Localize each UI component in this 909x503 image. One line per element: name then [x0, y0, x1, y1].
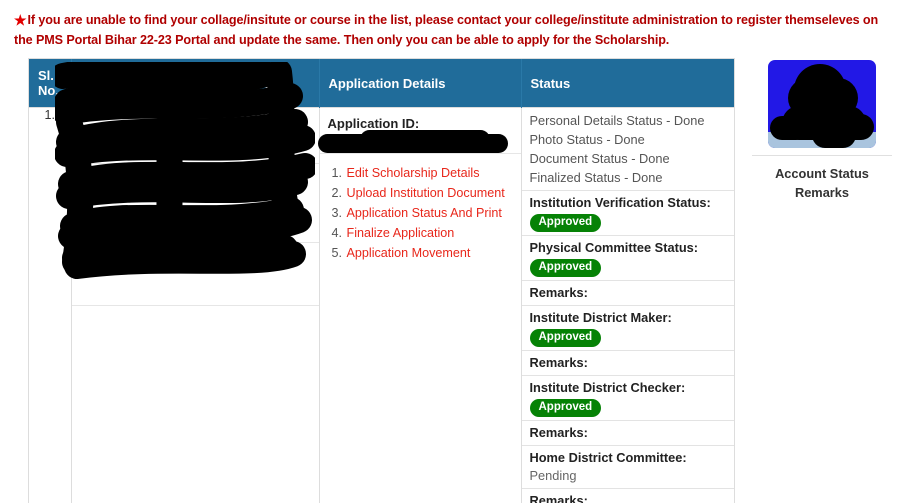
status-remarks-label: Remarks: [529, 493, 588, 503]
table-header: Sl. No. College & Course Informations Ap… [29, 59, 734, 108]
status-remarks-label: Remarks: [529, 355, 588, 370]
application-details-content: Application ID: Edit Scholarship Details… [317, 108, 521, 263]
table-row: 1. Application ID: 1. Edit Scholarship D… [29, 107, 734, 503]
college-course-content [71, 108, 319, 503]
application-action-links: Edit Scholarship Details Upload Institut… [320, 163, 521, 263]
cell-college-course [71, 107, 320, 503]
status-row: Remarks: [521, 280, 734, 306]
status-personal-details: Personal Details Status - Done [529, 113, 705, 128]
status-finalized: Finalized Status - Done [529, 170, 663, 185]
page-root: ★If you are unable to find your collage/… [0, 0, 909, 503]
column-header-application-details: Application Details [319, 59, 522, 108]
star-icon: ★ [14, 12, 27, 28]
instruction-notice: ★If you are unable to find your collage/… [14, 10, 894, 50]
status-remarks-cell: Remarks: [521, 350, 734, 376]
status-row-progress: Personal Details Status - Done Photo Sta… [521, 108, 734, 191]
status-institute-district-checker-label: Institute District Checker: [529, 380, 686, 395]
list-item: Edit Scholarship Details [346, 163, 521, 183]
status-document: Document Status - Done [529, 151, 670, 166]
status-physical-committee-cell: Physical Committee Status: Approved [521, 235, 734, 281]
status-badge: Approved [529, 329, 602, 347]
link-edit-scholarship-details[interactable]: Edit Scholarship Details [347, 166, 480, 180]
account-panel: Account Status Remarks [748, 58, 896, 202]
status-row: Remarks: [521, 350, 734, 376]
cell-application-details: Application ID: Edit Scholarship Details… [317, 107, 522, 503]
status-row: Remarks: [521, 420, 734, 446]
status-home-district-committee-cell: Home District Committee: Pending [521, 445, 734, 489]
applications-table: Sl. No. College & Course Informations Ap… [29, 59, 734, 503]
account-status-remarks-label: Remarks [794, 185, 850, 200]
instruction-notice-text: If you are unable to find your collage/i… [14, 13, 879, 47]
redaction-mark [359, 130, 490, 149]
status-row: Institute District Maker: Approved [521, 305, 734, 351]
status-institute-district-maker-cell: Institute District Maker: Approved [521, 305, 734, 351]
college-course-subrow [71, 108, 319, 164]
applications-table-wrapper: Sl. No. College & Course Informations Ap… [28, 58, 735, 503]
status-row: Home District Committee: Pending [521, 445, 734, 489]
status-home-district-committee-value: Pending [529, 468, 577, 483]
link-upload-institution-document[interactable]: Upload Institution Document [347, 186, 505, 200]
account-status-label: Account Status [775, 166, 869, 181]
status-row: Institution Verification Status: Approve… [521, 190, 734, 236]
cell-sl-no: 1. [29, 107, 72, 503]
status-home-district-committee-label: Home District Committee: [529, 450, 687, 465]
status-remarks-cell: Remarks: [521, 420, 734, 446]
column-header-sl-no: Sl. No. [29, 59, 72, 108]
application-id-box: Application ID: [317, 108, 521, 154]
list-item: Finalize Application [346, 223, 521, 243]
status-institution-verification-cell: Institution Verification Status: Approve… [521, 190, 734, 236]
list-item: Application Status And Print [346, 203, 521, 223]
redaction-mark [770, 116, 808, 140]
status-photo: Photo Status - Done [529, 132, 645, 147]
status-institution-verification-label: Institution Verification Status: [529, 195, 711, 210]
table-body: 1. Application ID: 1. Edit Scholarship D… [29, 107, 734, 503]
status-institute-district-maker-label: Institute District Maker: [529, 310, 672, 325]
college-course-subrow [71, 243, 319, 306]
status-progress-cell: Personal Details Status - Done Photo Sta… [521, 108, 734, 191]
college-course-subrow [71, 164, 319, 243]
applicant-photo-frame [760, 58, 884, 150]
link-application-status-and-print[interactable]: Application Status And Print [347, 206, 502, 220]
link-application-movement[interactable]: Application Movement [347, 246, 471, 260]
column-header-status: Status [521, 59, 734, 108]
status-remarks-label: Remarks: [529, 285, 588, 300]
status-remarks-cell: Remarks: [521, 280, 734, 306]
link-finalize-application[interactable]: Finalize Application [347, 226, 455, 240]
column-header-college-course: College & Course Informations [71, 59, 320, 108]
list-item: Upload Institution Document [346, 183, 521, 203]
list-item: Application Movement [346, 243, 521, 263]
cell-status: Personal Details Status - Done Photo Sta… [521, 107, 734, 503]
status-row: Physical Committee Status: Approved [521, 235, 734, 281]
status-badge: Approved [529, 399, 602, 417]
status-row: Institute District Checker: Approved [521, 375, 734, 421]
status-institute-district-checker-cell: Institute District Checker: Approved [521, 375, 734, 421]
status-remarks-cell: Remarks: [521, 488, 734, 503]
status-remarks-label: Remarks: [529, 425, 588, 440]
status-row: Remarks: [521, 488, 734, 503]
status-badge: Approved [529, 259, 602, 277]
status-badge: Approved [529, 214, 602, 232]
status-table: Personal Details Status - Done Photo Sta… [521, 108, 734, 503]
applicant-photo [768, 60, 876, 148]
table-header-row: Sl. No. College & Course Informations Ap… [29, 59, 734, 108]
redaction-mark [812, 122, 856, 148]
status-physical-committee-label: Physical Committee Status: [529, 240, 699, 255]
